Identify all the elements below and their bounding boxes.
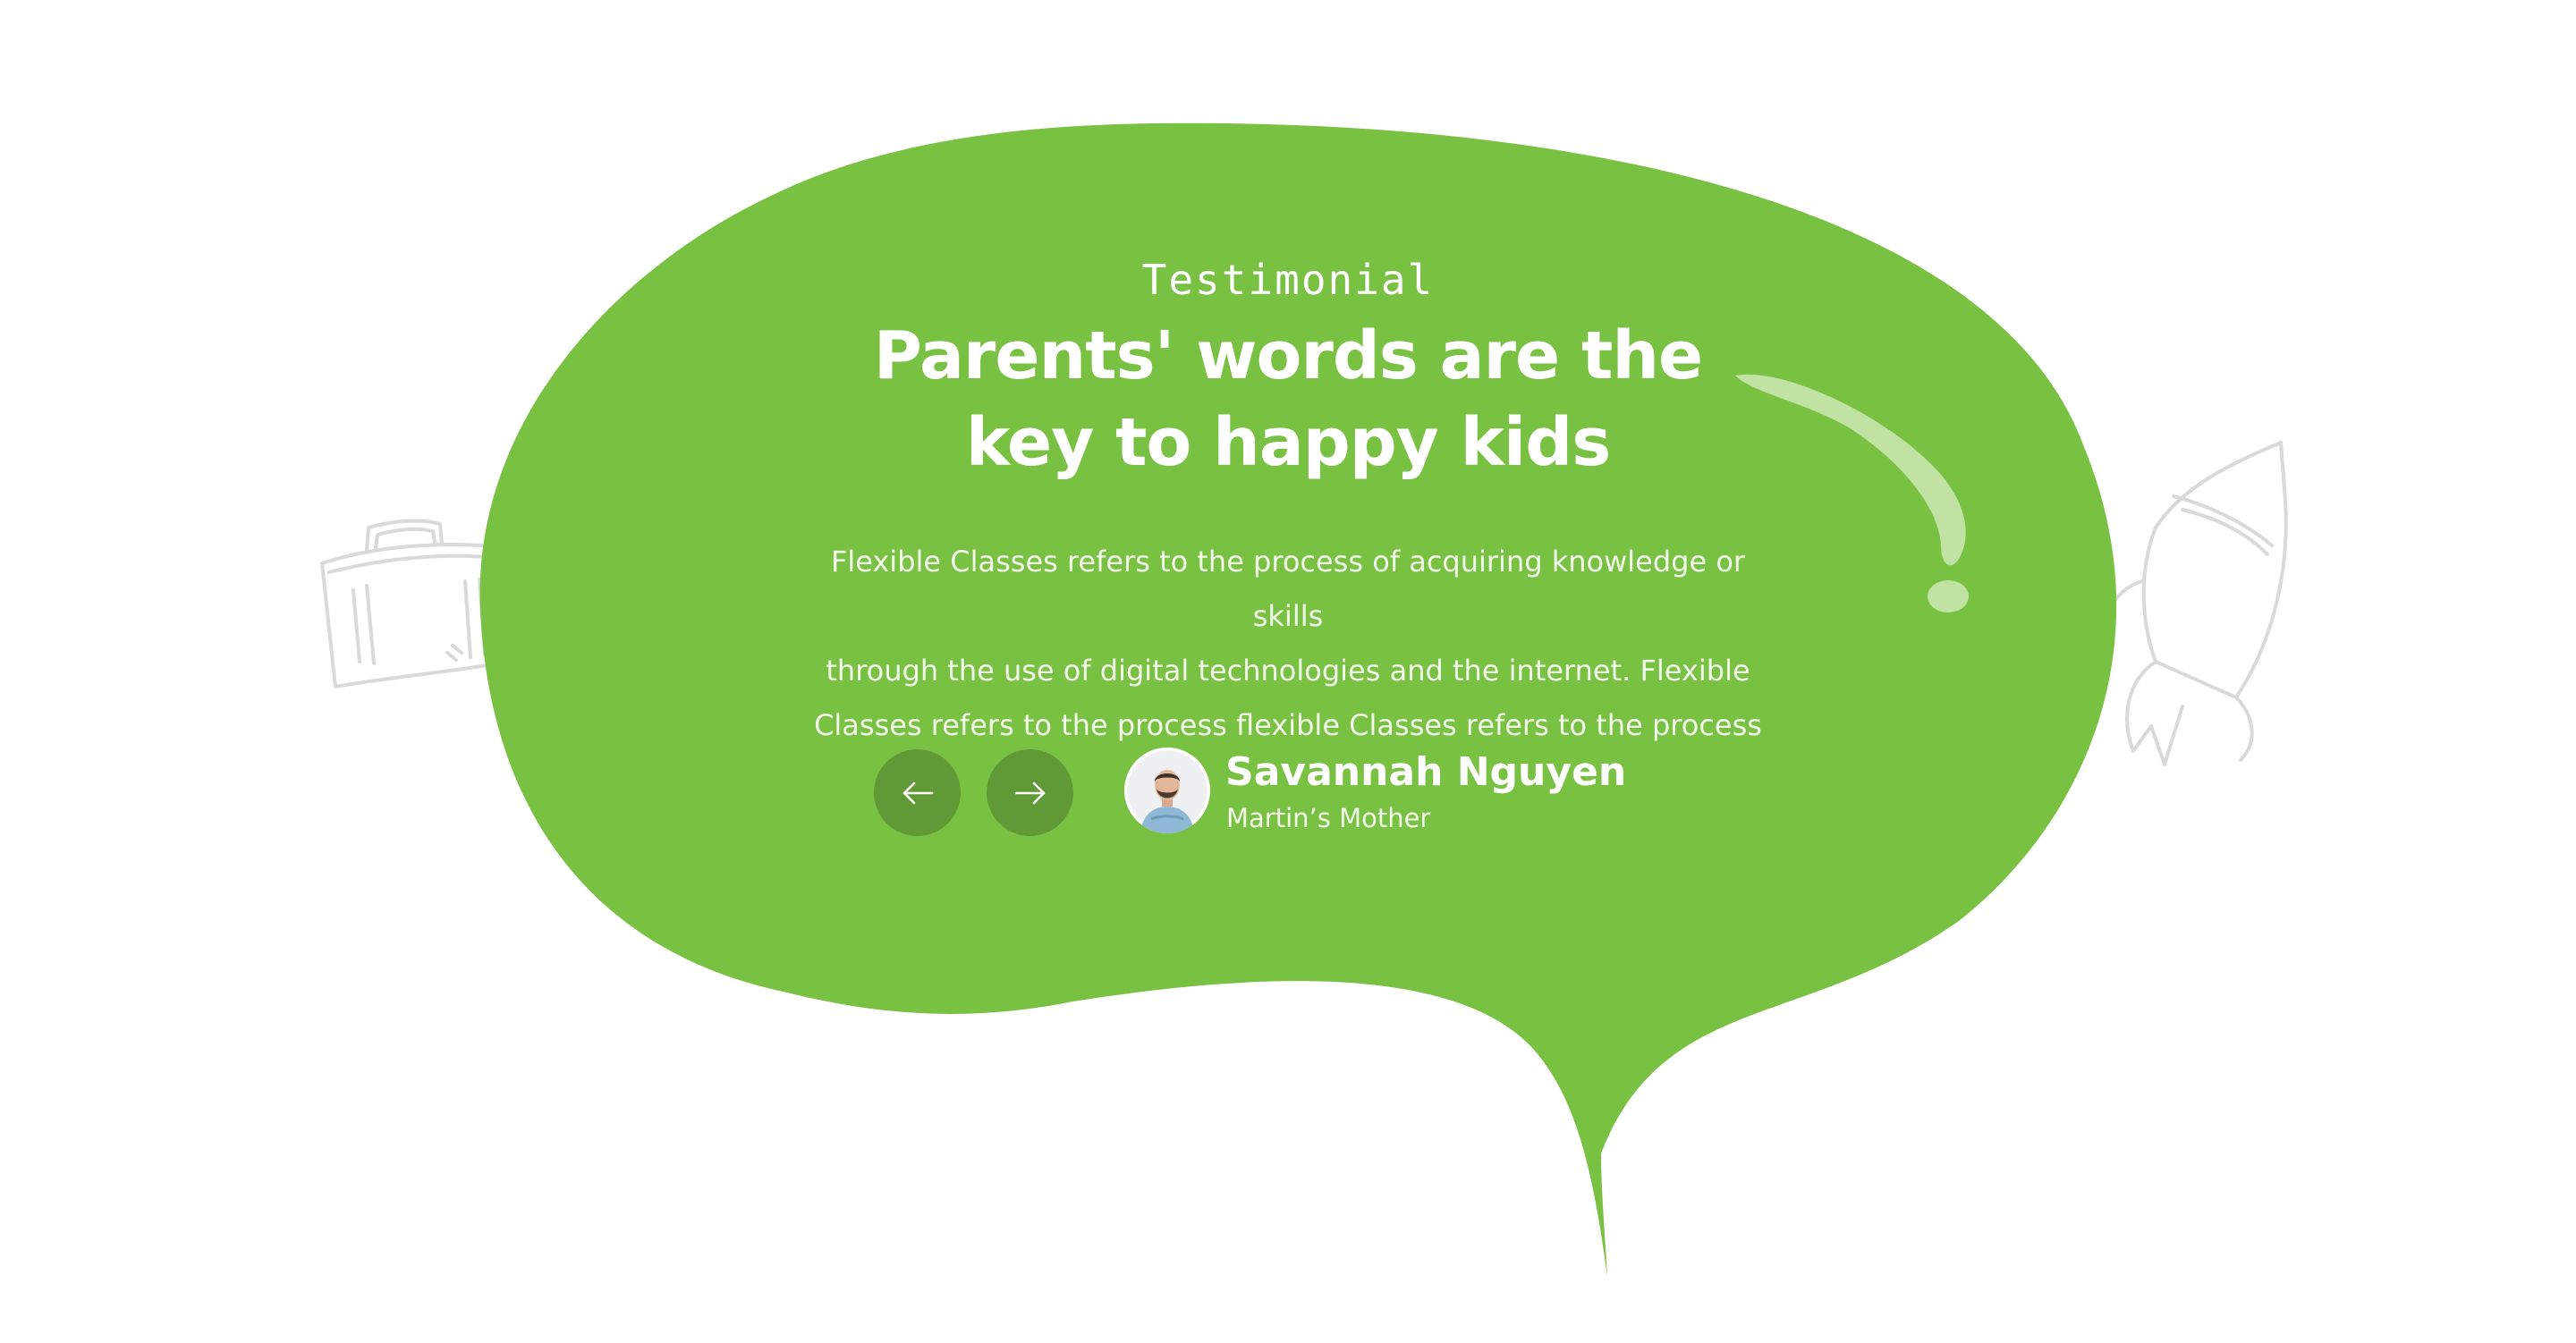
testimonial-quote-line-2: through the use of digital technologies …	[826, 654, 1750, 688]
section-eyebrow: Testimonial	[1141, 256, 1435, 304]
arrow-left-icon	[902, 781, 933, 804]
testimonial-quote-line-3: Classes refers to the process flexible C…	[814, 708, 1762, 742]
section-title: Parents' words are the key to happy kids	[841, 313, 1735, 486]
testimonial-quote: Flexible Classes refers to the process o…	[805, 535, 1771, 753]
author-role: Martin’s Mother	[1226, 803, 1431, 833]
arrow-right-icon	[1014, 781, 1045, 804]
author-avatar	[1124, 748, 1210, 833]
section-title-line-2: key to happy kids	[965, 404, 1612, 481]
section-title-line-1: Parents' words are the	[873, 317, 1704, 394]
author-name: Savannah Nguyen	[1225, 749, 1627, 795]
next-testimonial-button[interactable]	[987, 749, 1073, 836]
testimonial-content: Testimonial Parents' words are the key t…	[0, 0, 2576, 1343]
previous-testimonial-button[interactable]	[874, 749, 961, 836]
testimonial-quote-line-1: Flexible Classes refers to the process o…	[830, 545, 1746, 633]
testimonial-section: Testimonial Parents' words are the key t…	[0, 0, 2576, 1343]
avatar-portrait	[1124, 748, 1210, 833]
